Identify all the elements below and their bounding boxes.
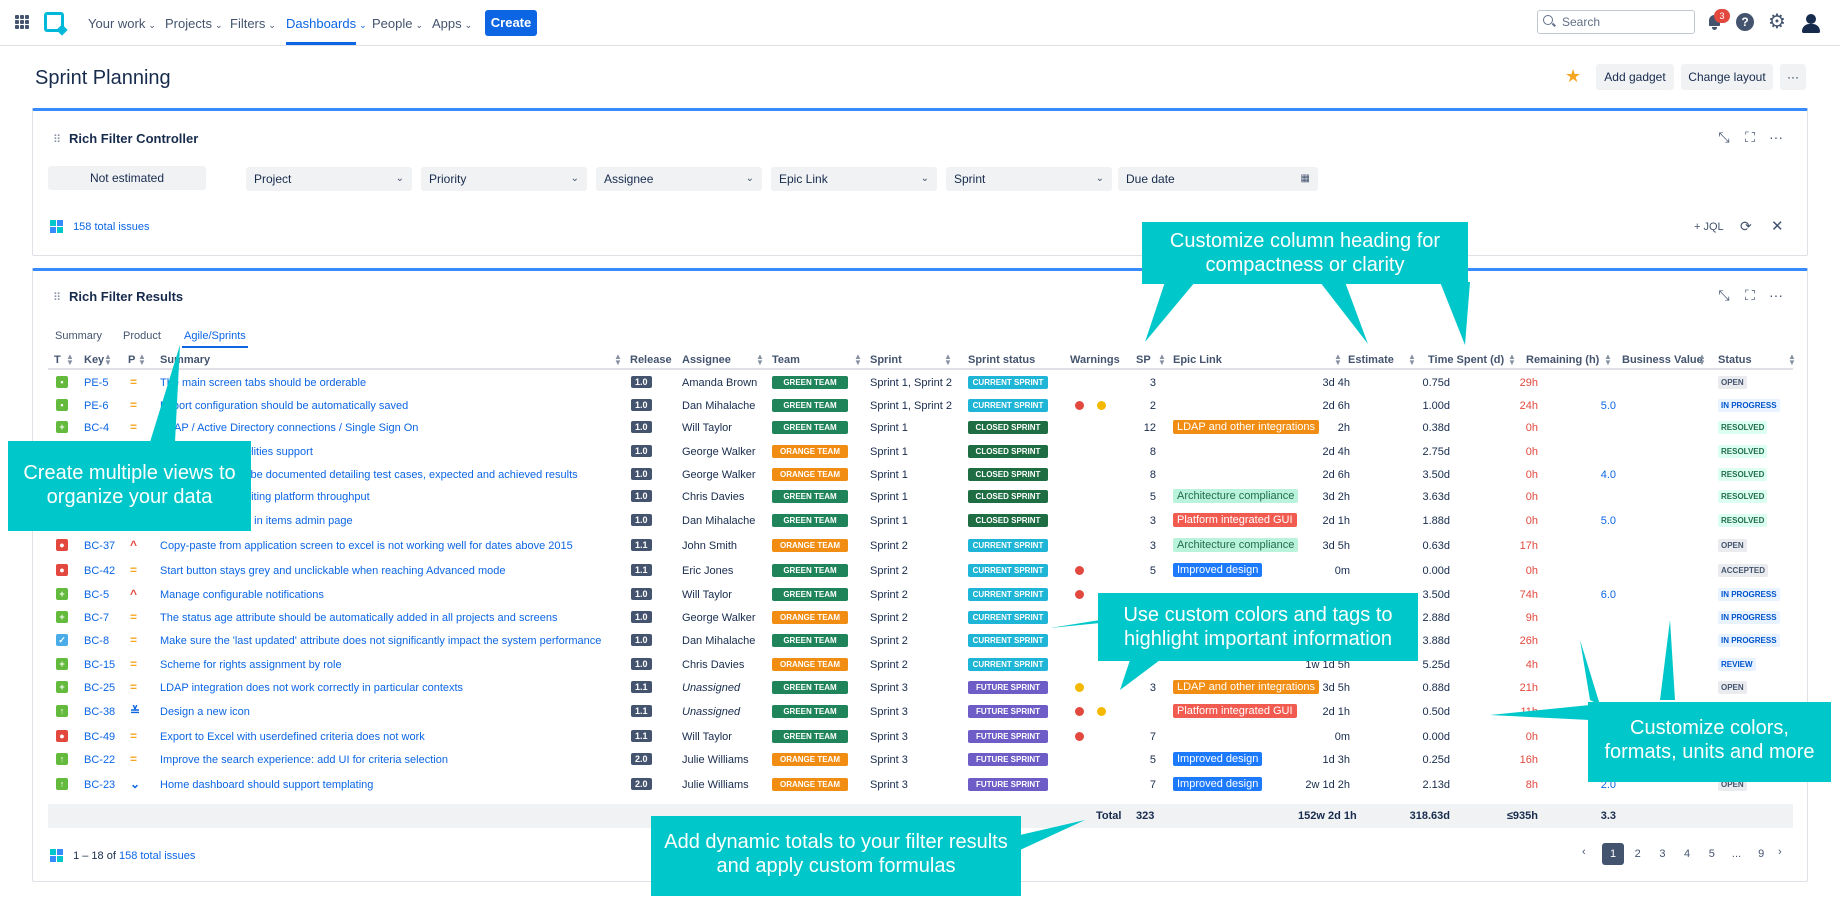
- callout-column-heading: Customize column heading for compactness…: [1142, 222, 1468, 284]
- callout-customize-formats: Customize colors, formats, units and mor…: [1588, 702, 1831, 782]
- callout-custom-colors: Use custom colors and tags to highlight …: [1098, 593, 1418, 661]
- callout-dynamic-totals: Add dynamic totals to your filter result…: [651, 816, 1021, 896]
- callout-pointers: [150, 282, 1675, 850]
- callout-multiple-views: Create multiple views to organize your d…: [8, 441, 251, 531]
